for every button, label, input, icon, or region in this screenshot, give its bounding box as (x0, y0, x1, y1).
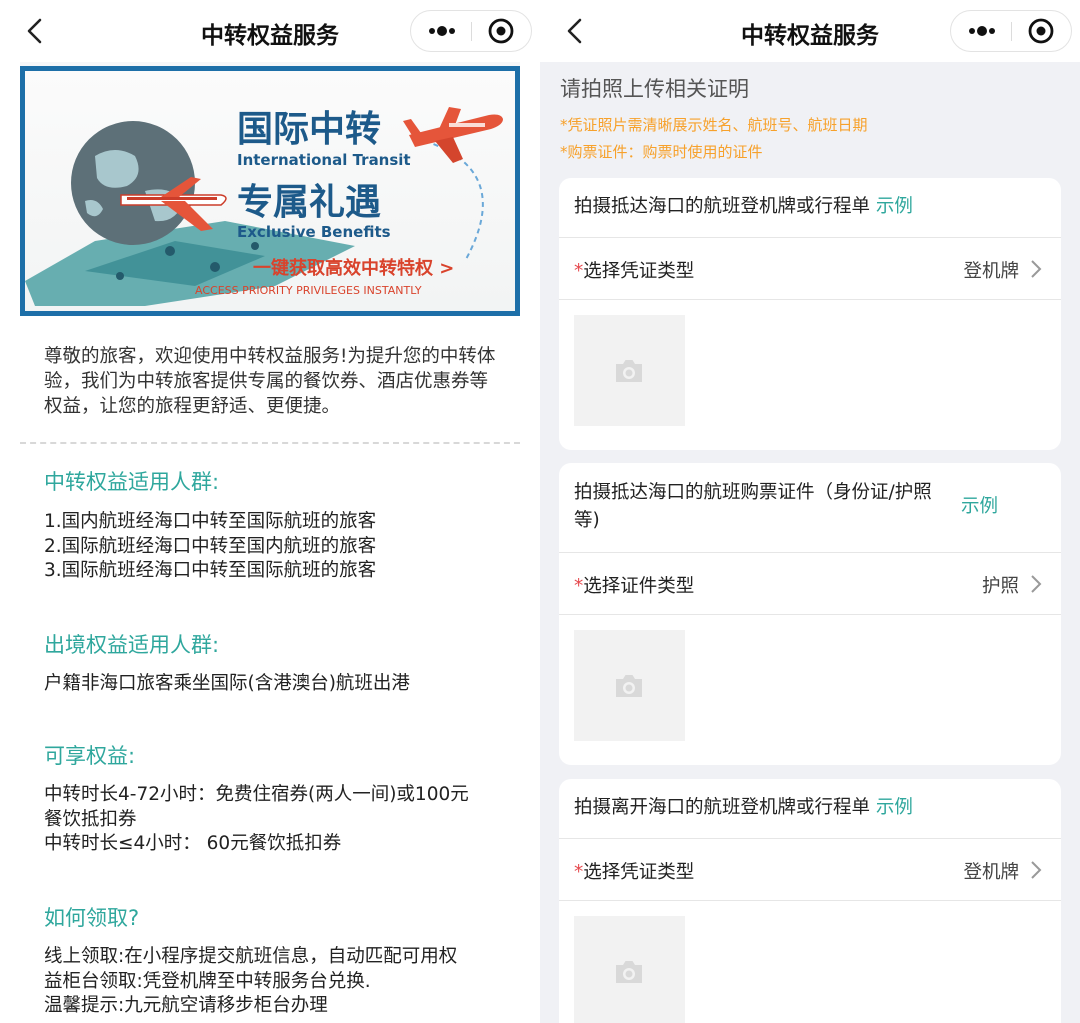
intro-text: 尊敬的旅客，欢迎使用中转权益服务!为提升您的中转体验，我们为中转旅客提供专属的餐… (44, 346, 496, 417)
photo-upload-slot[interactable] (574, 916, 685, 1023)
card-title: 拍摄抵达海口的航班购票证件（身份证/护照 等) (574, 482, 932, 531)
right-screen: 中转权益服务 请拍照上传相关证明 *凭证照片需清晰展示姓名、航班号、航班日期 *… (540, 0, 1080, 1023)
section-line: 中转时长≤4小时： 60元餐饮抵扣券 (44, 833, 342, 854)
upload-card: 拍摄离开海口的航班登机牌或行程单 示例 *选择凭证类型 登机牌 (559, 779, 1061, 1023)
banner-cta-en: ACCESS PRIORITY PRIVILEGES INSTANTLY (195, 284, 422, 297)
upload-card: 拍摄抵达海口的航班购票证件（身份证/护照 等) 示例 *选择证件类型 护照 (559, 463, 1061, 765)
close-target-icon[interactable] (472, 11, 532, 51)
camera-icon (616, 961, 642, 983)
note-text: *购票证件：购票时使用的证件 (560, 143, 763, 161)
mini-program-capsule (950, 10, 1072, 52)
benefits-page: 国际中转 International Transit 专属礼遇 Exclusiv… (20, 62, 520, 1023)
section-line: 户籍非海口旅客乘坐国际(含港澳台)航班出港 (44, 673, 410, 694)
section-body: 中转时长4-72小时：免费住宿券(两人一间)或100元 餐饮抵扣券 中转时长≤4… (44, 783, 504, 857)
select-type-label: *选择证件类型 (574, 576, 695, 597)
select-type-value[interactable]: 护照 (982, 572, 1019, 598)
photo-upload-slot[interactable] (574, 630, 685, 741)
note-text: *凭证照片需清晰展示姓名、航班号、航班日期 (560, 116, 868, 134)
section-body: 户籍非海口旅客乘坐国际(含港澳台)航班出港 (44, 672, 504, 697)
banner-title: 国际中转 (237, 109, 381, 150)
globe-icon (71, 121, 195, 245)
upload-title: 请拍照上传相关证明 (560, 77, 749, 101)
close-target-icon[interactable] (1012, 11, 1072, 51)
nav-bar: 中转权益服务 (0, 0, 540, 62)
banner-cta: 一键获取高效中转特权 > (253, 257, 454, 279)
select-type-value[interactable]: 登机牌 (963, 858, 1019, 884)
upload-card: 拍摄抵达海口的航班登机牌或行程单 示例 *选择凭证类型 登机牌 (559, 178, 1061, 450)
mini-program-capsule (410, 10, 532, 52)
section-line: 餐饮抵扣券 (44, 808, 137, 830)
chevron-right-icon[interactable] (1029, 574, 1043, 594)
section-line: 温馨提示:九元航空请移步柜台办理 (44, 995, 328, 1016)
example-link[interactable]: 示例 (876, 797, 913, 818)
section-title: 中转权益适用人群: (44, 470, 220, 494)
section-line: 益柜台领取:凭登机牌至中转服务台兑换. (44, 970, 371, 992)
banner-subtitle-en: Exclusive Benefits (237, 223, 391, 241)
card-title: 拍摄抵达海口的航班登机牌或行程单 示例 (574, 196, 913, 217)
more-dots-icon[interactable] (411, 11, 471, 51)
select-type-value[interactable]: 登机牌 (963, 257, 1019, 283)
photo-upload-slot[interactable] (574, 315, 685, 426)
select-type-label: *选择凭证类型 (574, 862, 695, 883)
section-line: 3.国际航班经海口中转至国际航班的旅客 (44, 560, 377, 581)
section-body: 1.国内航班经海口中转至国际航班的旅客 2.国际航班经海口中转至国内航班的旅客 … (44, 510, 504, 584)
section-line: 中转时长4-72小时：免费住宿券(两人一间)或100元 (44, 784, 469, 805)
nav-bar: 中转权益服务 (540, 0, 1080, 62)
left-screen: 中转权益服务 国际中转 International Transit 专属礼遇 E… (0, 0, 540, 1023)
chevron-right-icon[interactable] (1029, 860, 1043, 880)
more-dots-icon[interactable] (951, 11, 1011, 51)
section-line: 线上领取:在小程序提交航班信息，自动匹配可用权 (44, 946, 458, 967)
divider (20, 442, 520, 444)
banner-subtitle: 专属礼遇 (237, 182, 381, 223)
section-title: 如何领取? (44, 906, 140, 930)
section-line: 2.国际航班经海口中转至国内航班的旅客 (44, 535, 377, 557)
select-type-label: *选择凭证类型 (574, 261, 695, 282)
card-title: 拍摄离开海口的航班登机牌或行程单 示例 (574, 797, 913, 818)
airplane-icon (403, 107, 503, 163)
example-link[interactable]: 示例 (961, 493, 998, 521)
camera-icon (616, 360, 642, 382)
camera-icon (616, 675, 642, 697)
section-title: 可享权益: (44, 744, 136, 768)
section-body: 线上领取:在小程序提交航班信息，自动匹配可用权 益柜台领取:凭登机牌至中转服务台… (44, 945, 504, 1019)
banner-title-en: International Transit (237, 151, 411, 169)
intro-card: 尊敬的旅客，欢迎使用中转权益服务!为提升您的中转体验，我们为中转旅客提供专属的餐… (20, 316, 520, 1023)
chevron-right-icon[interactable] (1029, 259, 1043, 279)
section-title: 出境权益适用人群: (44, 633, 220, 657)
transit-banner[interactable]: 国际中转 International Transit 专属礼遇 Exclusiv… (20, 66, 520, 316)
section-line: 1.国内航班经海口中转至国际航班的旅客 (44, 511, 377, 532)
example-link[interactable]: 示例 (876, 196, 913, 217)
